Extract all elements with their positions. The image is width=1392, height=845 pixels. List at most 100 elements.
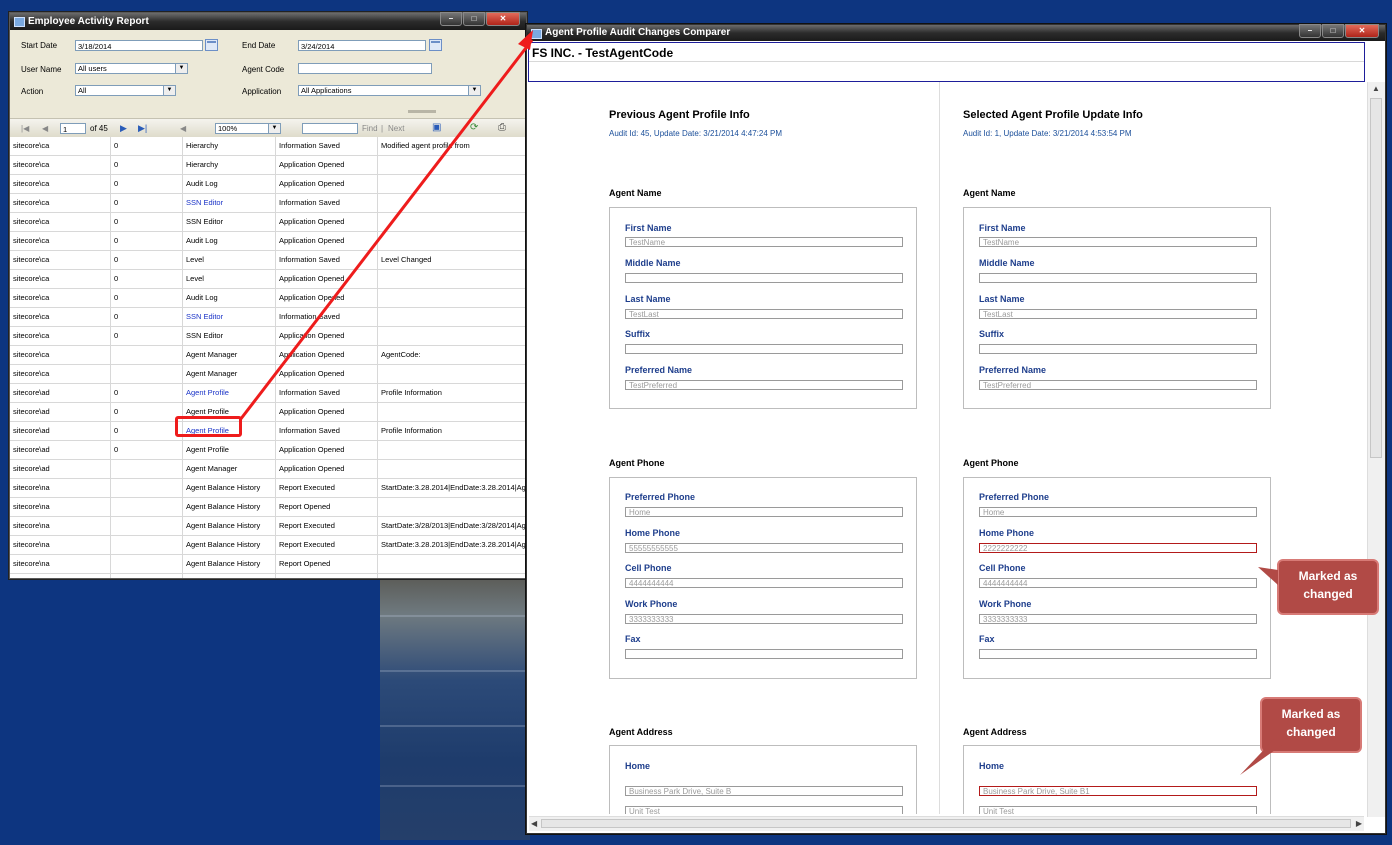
- scroll-up-icon[interactable]: ▲: [1372, 84, 1380, 93]
- end-date-field[interactable]: 3/24/2014: [298, 40, 426, 51]
- minimize-button[interactable]: –: [440, 12, 462, 26]
- next-link[interactable]: Next: [388, 124, 404, 133]
- close-button[interactable]: ✕: [486, 12, 520, 26]
- preferred-phone-field[interactable]: Home: [625, 507, 903, 517]
- refresh-icon[interactable]: ⟳: [470, 122, 478, 133]
- table-row[interactable]: sitecore\ca 0 Audit Log Application Opened: [10, 175, 526, 194]
- chevron-down-icon[interactable]: ▼: [468, 86, 480, 95]
- table-row[interactable]: sitecore\ad 0 Agent Profile Information Sav…: [10, 384, 526, 403]
- preferred-phone-field[interactable]: Home: [979, 507, 1257, 517]
- table-row[interactable]: sitecore\ca 0 Audit Log Application Opened: [10, 289, 526, 308]
- chevron-down-icon[interactable]: ▼: [175, 64, 187, 73]
- fax-field[interactable]: [979, 649, 1257, 659]
- find-input[interactable]: [302, 123, 358, 134]
- export-icon[interactable]: ▣: [432, 122, 441, 133]
- table-row[interactable]: sitecore\na Agent Balance History Report E…: [10, 479, 526, 498]
- application-cell[interactable]: SSN Editor: [183, 194, 276, 212]
- table-row[interactable]: sitecore\ad 0 Agent Profile Information Sav…: [10, 422, 526, 441]
- home-phone-field[interactable]: 55555555555: [625, 543, 903, 553]
- suffix-field[interactable]: [625, 344, 903, 354]
- action-cell: Application Opened: [276, 270, 378, 288]
- table-row[interactable]: sitecore\ca 0 SSN Editor Information Saved: [10, 194, 526, 213]
- table-row[interactable]: sitecore\ca Agent Manager Application Open…: [10, 346, 526, 365]
- table-row[interactable]: sitecore\na Batch Activity ReportReport E…: [10, 574, 526, 578]
- first-name-field[interactable]: TestName: [625, 237, 903, 247]
- table-row[interactable]: sitecore\ad Agent Manager Application Open…: [10, 460, 526, 479]
- table-row[interactable]: sitecore\ca 0 Hierarchy Information Saved Mo…: [10, 137, 526, 156]
- user-name-select[interactable]: All users ▼: [75, 63, 188, 74]
- address-line-1-field[interactable]: Business Park Drive, Suite B: [625, 786, 903, 796]
- last-name-field[interactable]: TestLast: [625, 309, 903, 319]
- preferred-name-field[interactable]: TestPreferred: [979, 380, 1257, 390]
- suffix-field[interactable]: [979, 344, 1257, 354]
- work-phone-field[interactable]: 3333333333: [625, 614, 903, 624]
- cell-phone-field[interactable]: 4444444444: [979, 578, 1257, 588]
- horizontal-scrollbar[interactable]: ◀ ▶: [529, 816, 1364, 831]
- previous-page-icon[interactable]: ◀: [42, 124, 48, 133]
- code-cell: 0: [111, 289, 183, 307]
- employee-report-titlebar[interactable]: Employee Activity Report – □ ✕: [10, 12, 526, 30]
- scroll-thumb[interactable]: [1370, 98, 1382, 458]
- table-row[interactable]: sitecore\ca 0 Level Application Opened: [10, 270, 526, 289]
- table-row[interactable]: sitecore\ca 0 Audit Log Application Opened: [10, 232, 526, 251]
- address-line-1-field-changed[interactable]: Business Park Drive, Suite B1: [979, 786, 1257, 796]
- home-phone-field-changed[interactable]: 2222222222: [979, 543, 1257, 553]
- scroll-right-icon[interactable]: ▶: [1356, 819, 1362, 828]
- minimize-button[interactable]: –: [1299, 24, 1321, 38]
- chevron-down-icon[interactable]: ▼: [268, 124, 280, 133]
- middle-name-field[interactable]: [979, 273, 1257, 283]
- work-phone-field[interactable]: 3333333333: [979, 614, 1257, 624]
- vertical-scrollbar[interactable]: ▲: [1367, 82, 1385, 817]
- next-page-icon[interactable]: ▶: [120, 123, 127, 134]
- table-row[interactable]: sitecore\ca 0 Level Information Saved Level …: [10, 251, 526, 270]
- address-line-2-field[interactable]: Unit Test: [979, 806, 1257, 814]
- chevron-down-icon[interactable]: ▼: [163, 86, 175, 95]
- last-name-field[interactable]: TestLast: [979, 309, 1257, 319]
- splitter-handle[interactable]: [408, 110, 436, 113]
- table-row[interactable]: sitecore\ad 0 Agent Profile Application Ope…: [10, 403, 526, 422]
- middle-name-field[interactable]: [625, 273, 903, 283]
- table-row[interactable]: sitecore\ca 0 SSN Editor Information Saved: [10, 308, 526, 327]
- find-link[interactable]: Find: [362, 124, 378, 133]
- close-button[interactable]: ✕: [1345, 24, 1379, 38]
- print-icon[interactable]: ⎙: [498, 122, 506, 133]
- preferred-name-field[interactable]: TestPreferred: [625, 380, 903, 390]
- agent-code-field[interactable]: [298, 63, 432, 74]
- scroll-thumb[interactable]: [541, 819, 1351, 828]
- table-row[interactable]: sitecore\na Agent Balance History Report O…: [10, 555, 526, 574]
- calendar-icon[interactable]: [429, 39, 442, 51]
- table-row[interactable]: sitecore\na Agent Balance History Report E…: [10, 536, 526, 555]
- user-cell: sitecore\ca: [10, 327, 111, 345]
- code-cell: 0: [111, 384, 183, 402]
- table-row[interactable]: sitecore\ca 0 SSN Editor Application Opened: [10, 327, 526, 346]
- maximize-button[interactable]: □: [1322, 24, 1344, 38]
- table-row[interactable]: sitecore\ca 0 Hierarchy Application Opened: [10, 156, 526, 175]
- fax-field[interactable]: [625, 649, 903, 659]
- scroll-left-icon[interactable]: ◀: [531, 819, 537, 828]
- table-row[interactable]: sitecore\ad 0 Agent Profile Application Ope…: [10, 441, 526, 460]
- maximize-button[interactable]: □: [463, 12, 485, 26]
- application-cell[interactable]: Agent Profile: [183, 384, 276, 402]
- application-select[interactable]: All Applications ▼: [298, 85, 481, 96]
- action-select[interactable]: All ▼: [75, 85, 176, 96]
- application-cell[interactable]: SSN Editor: [183, 308, 276, 326]
- table-row[interactable]: sitecore\na Agent Balance History Report O…: [10, 498, 526, 517]
- first-name-field[interactable]: TestName: [979, 237, 1257, 247]
- start-date-field[interactable]: 3/18/2014: [75, 40, 203, 51]
- suffix-label: Suffix: [625, 329, 651, 339]
- cell-phone-field[interactable]: 4444444444: [625, 578, 903, 588]
- code-cell: 0: [111, 251, 183, 269]
- table-row[interactable]: sitecore\ca 0 SSN Editor Application Opened: [10, 213, 526, 232]
- last-page-icon[interactable]: ▶|: [138, 123, 147, 134]
- agency-header: FS INC. - TestAgentCode: [528, 42, 1365, 82]
- back-icon[interactable]: ◀: [180, 124, 186, 133]
- page-number-input[interactable]: 1: [60, 123, 86, 134]
- zoom-select[interactable]: 100% ▼: [215, 123, 281, 134]
- code-cell: [111, 365, 183, 383]
- first-page-icon[interactable]: |◀: [21, 124, 29, 133]
- table-row[interactable]: sitecore\na Agent Balance History Report E…: [10, 517, 526, 536]
- comparer-titlebar[interactable]: Agent Profile Audit Changes Comparer – □…: [527, 24, 1385, 41]
- calendar-icon[interactable]: [205, 39, 218, 51]
- address-line-2-field[interactable]: Unit Test: [625, 806, 903, 814]
- table-row[interactable]: sitecore\ca Agent Manager Application Open…: [10, 365, 526, 384]
